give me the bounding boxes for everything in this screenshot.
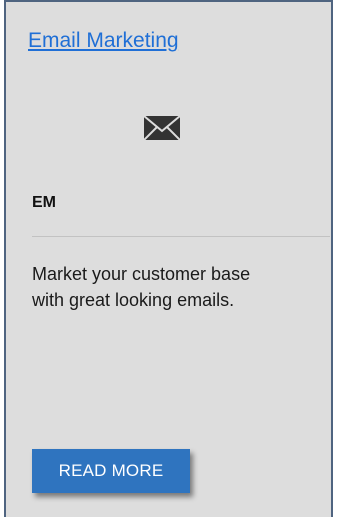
divider	[32, 236, 330, 237]
envelope-icon	[143, 115, 181, 141]
card-abbreviation: EM	[32, 194, 56, 211]
card-description: Market your customer base with great loo…	[32, 264, 251, 310]
service-card: Email Marketing EM Market your customer …	[4, 0, 333, 517]
card-title-link[interactable]: Email Marketing	[28, 29, 179, 53]
read-more-button[interactable]: READ MORE	[32, 449, 190, 493]
